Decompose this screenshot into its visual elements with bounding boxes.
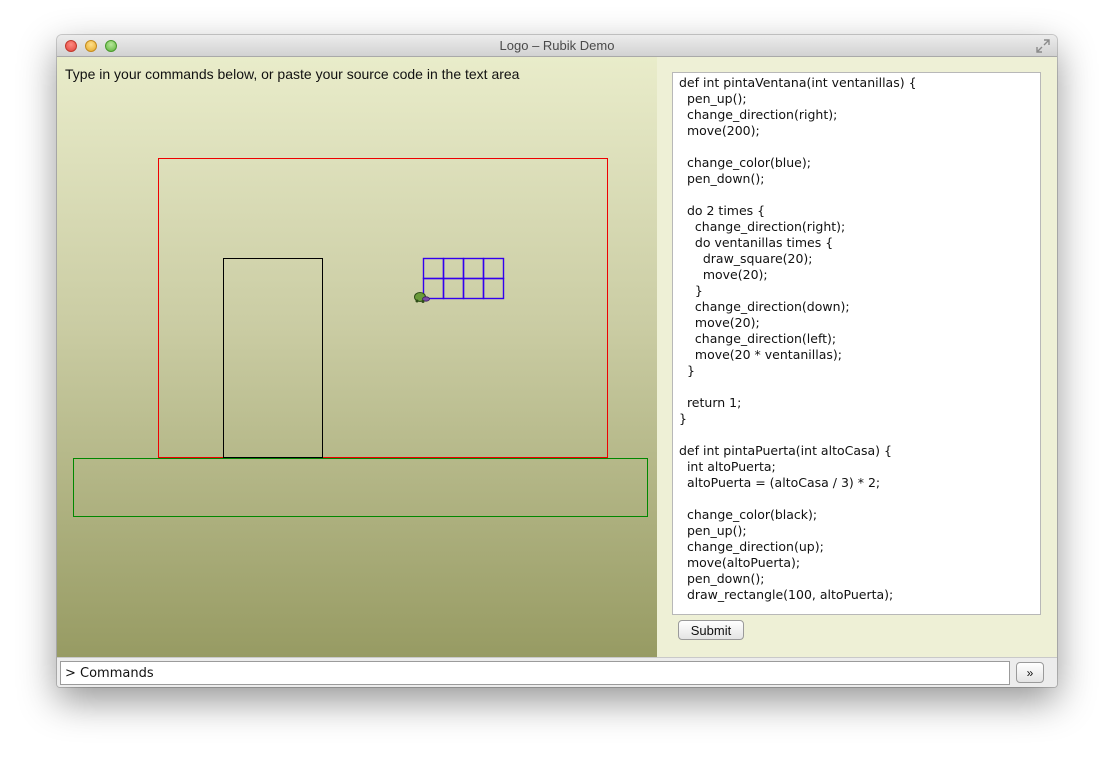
window-pane (422, 257, 445, 280)
window-pane (442, 257, 465, 280)
source-code-text[interactable]: def int pintaVentana(int ventanillas) { … (673, 73, 1040, 605)
turtle-icon (414, 292, 430, 303)
door-outline (223, 258, 323, 458)
command-input[interactable] (60, 661, 1010, 685)
submit-button[interactable]: Submit (678, 620, 744, 640)
code-pane: def int pintaVentana(int ventanillas) { … (657, 57, 1057, 657)
window-pane (462, 257, 485, 280)
drawing-canvas[interactable]: Type in your commands below, or paste yo… (57, 57, 657, 657)
house-outline (158, 158, 608, 458)
window-title: Logo – Rubik Demo (499, 38, 615, 53)
window-pane (442, 277, 465, 300)
fullscreen-icon[interactable] (1035, 38, 1051, 54)
window-pane (462, 277, 485, 300)
window-pane (482, 277, 505, 300)
turtle-drawing (73, 158, 648, 517)
window-grid (422, 257, 505, 300)
source-code-textarea[interactable]: def int pintaVentana(int ventanillas) { … (672, 72, 1041, 615)
window-pane (422, 277, 445, 300)
run-command-button[interactable]: » (1016, 662, 1044, 683)
window-pane (482, 257, 505, 280)
command-bar: » (57, 657, 1057, 687)
ground-outline (73, 458, 648, 517)
title-bar: Logo – Rubik Demo (57, 35, 1057, 57)
app-window: Logo – Rubik Demo Type in your commands … (57, 35, 1057, 687)
